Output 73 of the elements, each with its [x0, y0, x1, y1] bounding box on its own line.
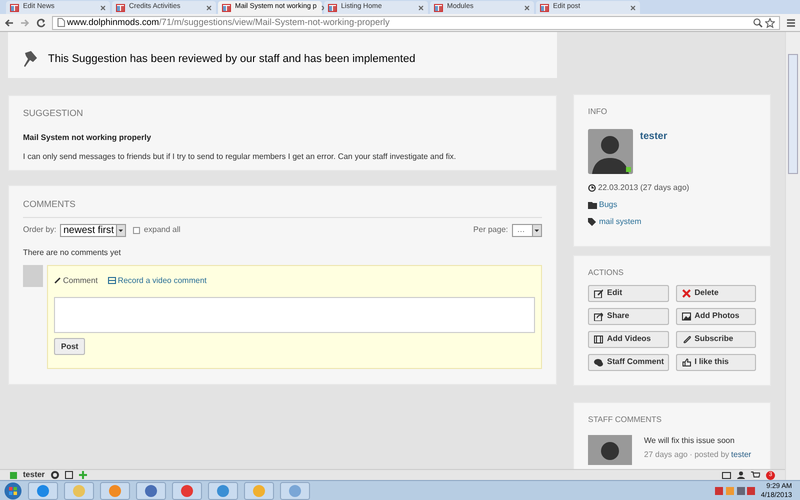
- action-button[interactable]: Subscribe: [676, 330, 756, 348]
- comment-input[interactable]: [54, 296, 535, 332]
- pencil-icon: [54, 277, 61, 284]
- url-text: www.dolphinmods.com/71/m/suggestions/view/Mail-System-not-working-properly: [67, 16, 390, 29]
- section-heading: STAFF COMMENTS: [588, 414, 663, 426]
- composer-tab[interactable]: Comment: [54, 274, 98, 286]
- date-text: 22.03.2013 (27 days ago): [598, 182, 690, 194]
- action-button[interactable]: Staff Comment: [588, 354, 668, 371]
- caret-icon[interactable]: [116, 224, 125, 236]
- page-icon: [116, 4, 125, 12]
- page-icon: [328, 4, 337, 12]
- back-icon[interactable]: [4, 18, 14, 28]
- status-icon: [10, 472, 17, 478]
- avatar-placeholder: [23, 264, 43, 286]
- film-icon: [594, 334, 603, 344]
- per-page-dropdown[interactable]: …: [512, 224, 542, 236]
- mail-icon[interactable]: [722, 472, 731, 478]
- per-page-label: Per page:: [473, 224, 508, 236]
- cart-icon[interactable]: [751, 471, 760, 479]
- delete-icon: [682, 288, 690, 298]
- page-icon: [57, 18, 65, 27]
- user-link[interactable]: tester: [23, 469, 45, 480]
- posted-by-text: · posted by: [690, 448, 730, 461]
- address-field[interactable]: www.dolphinmods.com/71/m/suggestions/view/Mail-System-not-working-properly: [52, 16, 780, 30]
- zoom-icon[interactable]: [753, 18, 763, 28]
- action-button[interactable]: Share: [588, 308, 668, 325]
- share-icon: [594, 312, 603, 321]
- scrollbar[interactable]: [785, 32, 800, 480]
- suggestion-title: Mail System not working properly: [23, 132, 152, 144]
- comment-time: 27 days ago: [644, 448, 688, 461]
- menu-icon[interactable]: [786, 18, 796, 28]
- tag-link[interactable]: mail system: [599, 216, 642, 228]
- notice-text: This Suggestion has been reviewed by our staff and has been implemented: [48, 52, 416, 67]
- staff-comment-text: We will fix this issue soon: [644, 434, 736, 447]
- scroll-thumb[interactable]: [788, 54, 798, 174]
- plus-icon[interactable]: [78, 471, 87, 479]
- action-button[interactable]: I like this: [676, 354, 756, 371]
- reload-icon[interactable]: [36, 18, 46, 28]
- action-button[interactable]: Delete: [676, 284, 756, 302]
- edit-icon: [594, 288, 603, 298]
- star-icon[interactable]: [765, 18, 775, 28]
- author-link[interactable]: tester: [731, 448, 752, 461]
- checkbox-label: expand all: [144, 224, 180, 236]
- section-heading: SUGGESTION: [23, 107, 84, 120]
- expand-checkbox[interactable]: [132, 226, 140, 234]
- start-icon[interactable]: [4, 482, 22, 500]
- author-link[interactable]: tester: [640, 129, 668, 174]
- film-icon: [108, 277, 116, 284]
- clock-icon: [588, 184, 596, 192]
- paperclip-icon: [682, 334, 690, 344]
- section-heading: COMMENTS: [23, 198, 542, 218]
- caret-icon[interactable]: [532, 224, 541, 236]
- category-link[interactable]: Bugs: [599, 199, 618, 211]
- page-icon: [540, 4, 549, 12]
- edit-icon[interactable]: [64, 471, 73, 479]
- page-icon: [222, 4, 231, 12]
- person-icon[interactable]: [737, 471, 745, 479]
- order-dropdown[interactable]: newest first: [60, 224, 126, 236]
- image-icon: [682, 312, 690, 321]
- order-label: Order by:: [23, 224, 56, 236]
- section-heading: ACTIONS: [588, 266, 625, 279]
- action-button[interactable]: Add Photos: [676, 308, 756, 325]
- section-heading: INFO: [588, 106, 608, 118]
- tag-icon: [588, 218, 597, 226]
- thumbs-up-icon: [682, 358, 690, 367]
- post-button[interactable]: Post: [54, 338, 86, 355]
- suggestion-body: I can only send messages to friends but if I try to send to regular members I get an error. Can your staff investigate and fix.: [23, 150, 457, 162]
- page-icon: [10, 4, 19, 12]
- page-icon: [434, 4, 443, 12]
- action-button[interactable]: Add Videos: [588, 330, 668, 348]
- composer-tab[interactable]: Record a video comment: [108, 274, 207, 286]
- empty-comments-text: There are no comments yet: [23, 246, 122, 258]
- action-button[interactable]: Edit: [588, 284, 668, 302]
